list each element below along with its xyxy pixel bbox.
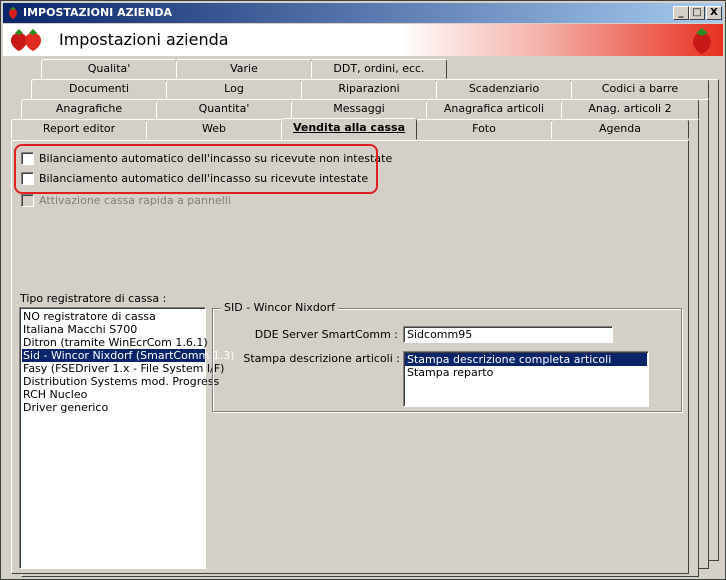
tab-varie[interactable]: Varie [176,59,312,79]
tab-scadenziario[interactable]: Scadenziario [436,79,572,99]
tab-codici-a-barre[interactable]: Codici a barre [571,79,709,99]
tab-report-editor[interactable]: Report editor [11,119,147,139]
minimize-button[interactable]: _ [673,6,689,20]
tab-ddt-ordini[interactable]: DDT, ordini, ecc. [311,59,447,79]
list-item[interactable]: Driver generico [22,401,205,414]
list-item[interactable]: Italiana Macchi S700 [22,323,205,336]
groupbox-legend: SID - Wincor Nixdorf [221,301,339,314]
tab-anagrafiche[interactable]: Anagrafiche [21,99,157,119]
list-item[interactable]: Stampa reparto [405,366,647,379]
annotation-highlight-box [14,144,378,194]
tab-foto[interactable]: Foto [416,119,552,139]
tab-web[interactable]: Web [146,119,282,139]
register-type-listbox[interactable]: NO registratore di cassa Italiana Macchi… [19,307,235,569]
strawberry-icon [693,28,711,54]
window-title: IMPOSTAZIONI AZIENDA [23,6,173,19]
tab-agenda[interactable]: Agenda [551,119,689,139]
tab-documenti[interactable]: Documenti [31,79,167,99]
tab-quantita[interactable]: Quantita' [156,99,292,119]
header-banner: Impostazioni azienda [3,24,723,56]
register-type-label: Tipo registratore di cassa : [20,292,167,305]
stampa-descrizione-listbox[interactable]: Stampa descrizione completa articoli Sta… [403,351,649,407]
tab-qualita[interactable]: Qualita' [41,59,177,79]
maximize-button[interactable]: □ [689,6,705,20]
close-button[interactable]: X [706,6,722,20]
tab-anagrafica-articoli[interactable]: Anagrafica articoli [426,99,562,119]
tab-messaggi[interactable]: Messaggi [291,99,427,119]
checkbox-cassa-rapida[interactable]: Attivazione cassa rapida a pannelli [21,192,231,208]
list-item-selected[interactable]: Sid - Wincor Nixdorf (SmartComm 1.3) [22,349,235,362]
checkbox-label: Attivazione cassa rapida a pannelli [39,193,231,207]
strawberries-icon [11,29,41,51]
page-title: Impostazioni azienda [59,30,229,49]
dde-server-label: DDE Server SmartComm : [254,328,398,341]
list-item[interactable]: RCH Nucleo [22,388,205,401]
checkbox-box[interactable] [21,193,34,207]
list-item-selected[interactable]: Stampa descrizione completa articoli [405,353,647,366]
tab-riparazioni[interactable]: Riparazioni [301,79,437,99]
tab-vendita-alla-cassa[interactable]: Vendita alla cassa [281,118,417,140]
title-bar[interactable]: IMPOSTAZIONI AZIENDA _ □ X [3,3,723,23]
tab-log[interactable]: Log [166,79,302,99]
strawberry-icon [9,7,17,19]
list-item[interactable]: Distribution Systems mod. Progress [22,375,219,388]
stampa-descrizione-label: Stampa descrizione articoli : [243,352,400,365]
list-item[interactable]: NO registratore di cassa [22,310,205,323]
list-item[interactable]: Ditron (tramite WinEcrCom 1.6.1) [22,336,208,349]
dde-server-input[interactable]: Sidcomm95 [403,326,613,343]
settings-window: IMPOSTAZIONI AZIENDA _ □ X Impostazioni … [0,0,726,580]
tab-anag-articoli-2[interactable]: Anag. articoli 2 [561,99,699,119]
list-item[interactable]: Fasy (FSEDriver 1.x - File System I/F) [22,362,224,375]
